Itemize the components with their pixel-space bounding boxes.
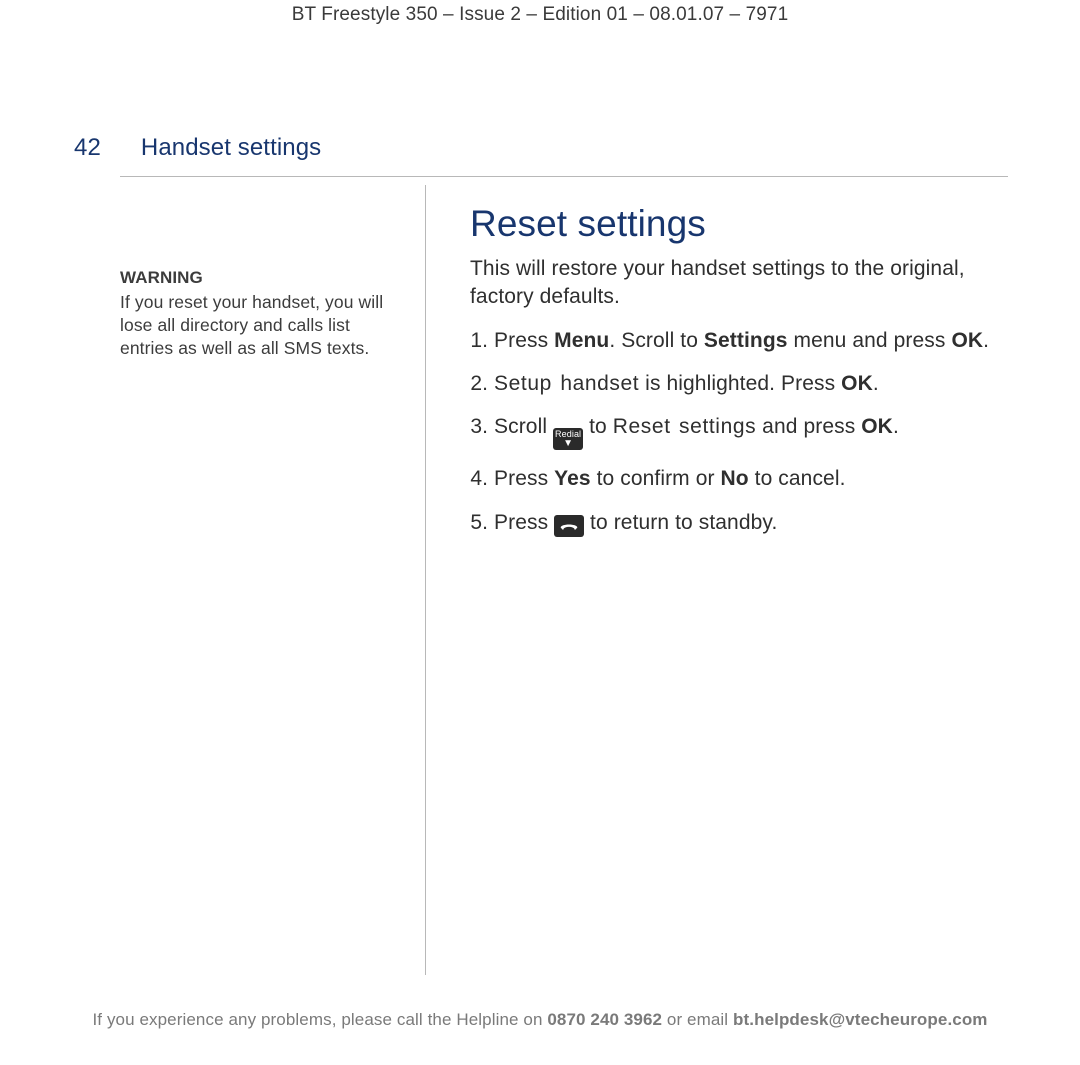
text: Press xyxy=(494,511,554,534)
footer-email: bt.helpdesk@vtecheurope.com xyxy=(733,1010,988,1029)
key-label-settings: Settings xyxy=(704,329,788,352)
horizontal-divider xyxy=(120,176,1008,177)
text: Scroll xyxy=(494,415,553,438)
step-4: Press Yes to confirm or No to cancel. xyxy=(494,464,1020,493)
key-label-ok: OK xyxy=(951,329,983,352)
step-2: Setup handset is highlighted. Press OK. xyxy=(494,369,1020,398)
step-5: Press to return to standby. xyxy=(494,508,1020,537)
text: to cancel. xyxy=(749,467,846,490)
text: . xyxy=(893,415,899,438)
key-label-ok: OK xyxy=(861,415,893,438)
key-label-yes: Yes xyxy=(554,467,591,490)
section-title: Handset settings xyxy=(141,134,321,162)
two-column-layout: WARNING If you reset your handset, you w… xyxy=(120,185,1020,975)
doc-header: BT Freestyle 350 – Issue 2 – Edition 01 … xyxy=(0,0,1080,26)
text: to xyxy=(583,415,613,438)
warning-label: WARNING xyxy=(120,267,401,289)
hang-up-key-icon xyxy=(554,515,584,537)
text: Press xyxy=(494,329,554,352)
text: . xyxy=(983,329,989,352)
intro-paragraph: This will restore your handset settings … xyxy=(470,255,1020,312)
text: is highlighted. Press xyxy=(639,372,841,395)
redial-down-key-icon: Redial▼ xyxy=(553,428,583,450)
footer-text: or email xyxy=(662,1010,733,1029)
text: to return to standby. xyxy=(584,511,777,534)
warning-text: If you reset your handset, you will lose… xyxy=(120,291,401,359)
text: . Scroll to xyxy=(609,329,704,352)
key-label-no: No xyxy=(721,467,749,490)
footer-text: If you experience any problems, please c… xyxy=(92,1010,547,1029)
main-heading: Reset settings xyxy=(470,203,1020,245)
text: and press xyxy=(756,415,861,438)
page-title-row: 42 Handset settings xyxy=(74,134,1020,176)
phone-hang-icon xyxy=(559,519,579,533)
key-label-ok: OK xyxy=(841,372,873,395)
footer-phone: 0870 240 3962 xyxy=(547,1010,662,1029)
down-arrow-icon: ▼ xyxy=(563,439,573,449)
sidebar-warning: WARNING If you reset your handset, you w… xyxy=(120,185,425,975)
step-1: Press Menu. Scroll to Settings menu and … xyxy=(494,326,1020,355)
page-number: 42 xyxy=(74,134,101,162)
footer-help-line: If you experience any problems, please c… xyxy=(0,1010,1080,1030)
text: menu and press xyxy=(788,329,952,352)
screen-text-reset-settings: Reset settings xyxy=(613,415,756,438)
screen-text-setup-handset: Setup handset xyxy=(494,372,639,395)
key-label-menu: Menu xyxy=(554,329,609,352)
steps-list: Press Menu. Scroll to Settings menu and … xyxy=(470,326,1020,538)
text: . xyxy=(873,372,879,395)
step-3: Scroll Redial▼ to Reset settings and pre… xyxy=(494,412,1020,450)
text: to confirm or xyxy=(591,467,721,490)
text: Press xyxy=(494,467,554,490)
main-column: Reset settings This will restore your ha… xyxy=(426,185,1020,975)
page-content: 42 Handset settings WARNING If you reset… xyxy=(0,26,1080,975)
